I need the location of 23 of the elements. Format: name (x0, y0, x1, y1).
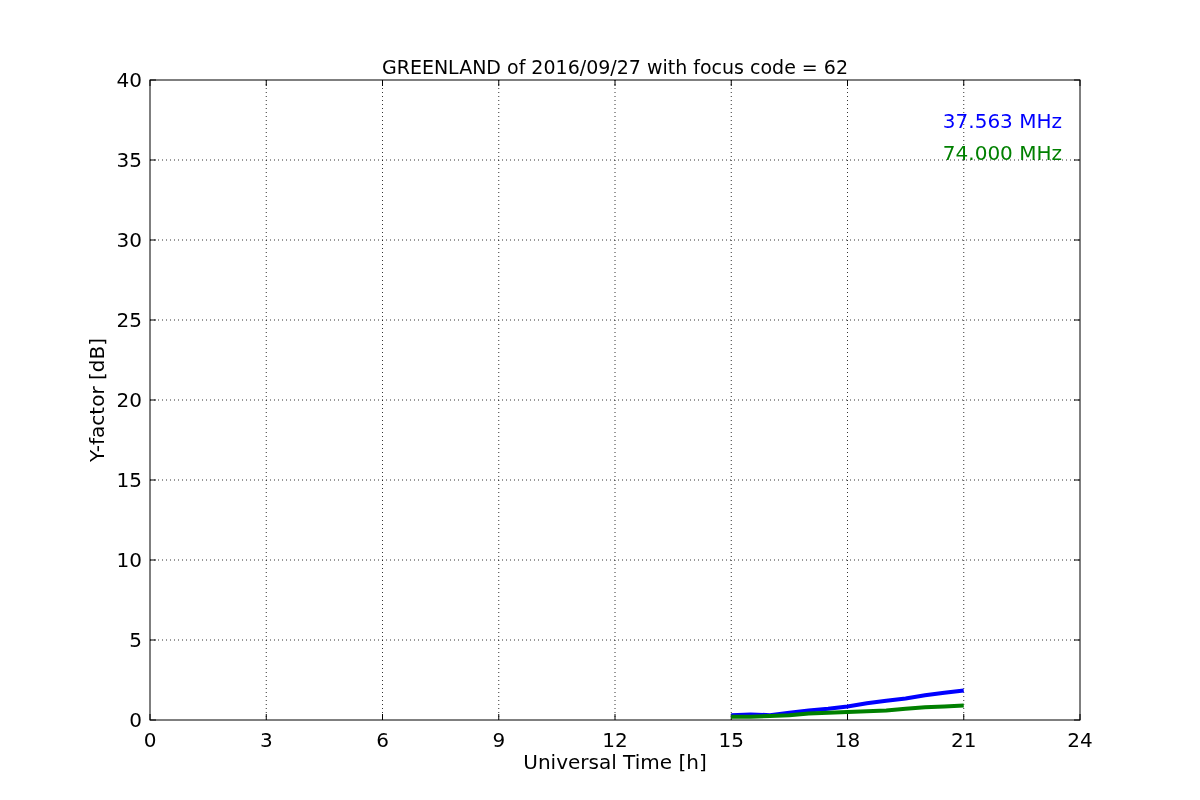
y-tick-label: 35 (116, 148, 142, 172)
x-tick-label: 21 (951, 728, 977, 752)
y-tick-label: 0 (129, 708, 142, 732)
legend-label: 37.563 MHz (942, 109, 1062, 133)
x-axis-label: Universal Time [h] (523, 750, 707, 774)
chart-title: GREENLAND of 2016/09/27 with focus code = 62 (382, 56, 848, 78)
legend-label: 74.000 MHz (942, 141, 1062, 165)
y-tick-label: 20 (116, 388, 142, 412)
y-tick-label: 40 (116, 68, 142, 92)
y-axis-label: Y-factor [dB] (85, 338, 109, 462)
y-tick-label: 25 (116, 308, 142, 332)
x-tick-label: 15 (718, 728, 744, 752)
y-tick-label: 30 (116, 228, 142, 252)
x-tick-label: 6 (376, 728, 389, 752)
x-tick-label: 24 (1067, 728, 1093, 752)
y-tick-label: 10 (116, 548, 142, 572)
x-tick-label: 3 (259, 728, 273, 752)
x-tick-label: 18 (834, 728, 861, 752)
x-tick-label: 9 (492, 728, 506, 752)
x-tick-label: 12 (602, 728, 628, 752)
y-tick-label: 5 (129, 628, 142, 652)
y-tick-label: 15 (116, 468, 142, 492)
x-tick-label: 0 (143, 728, 157, 752)
